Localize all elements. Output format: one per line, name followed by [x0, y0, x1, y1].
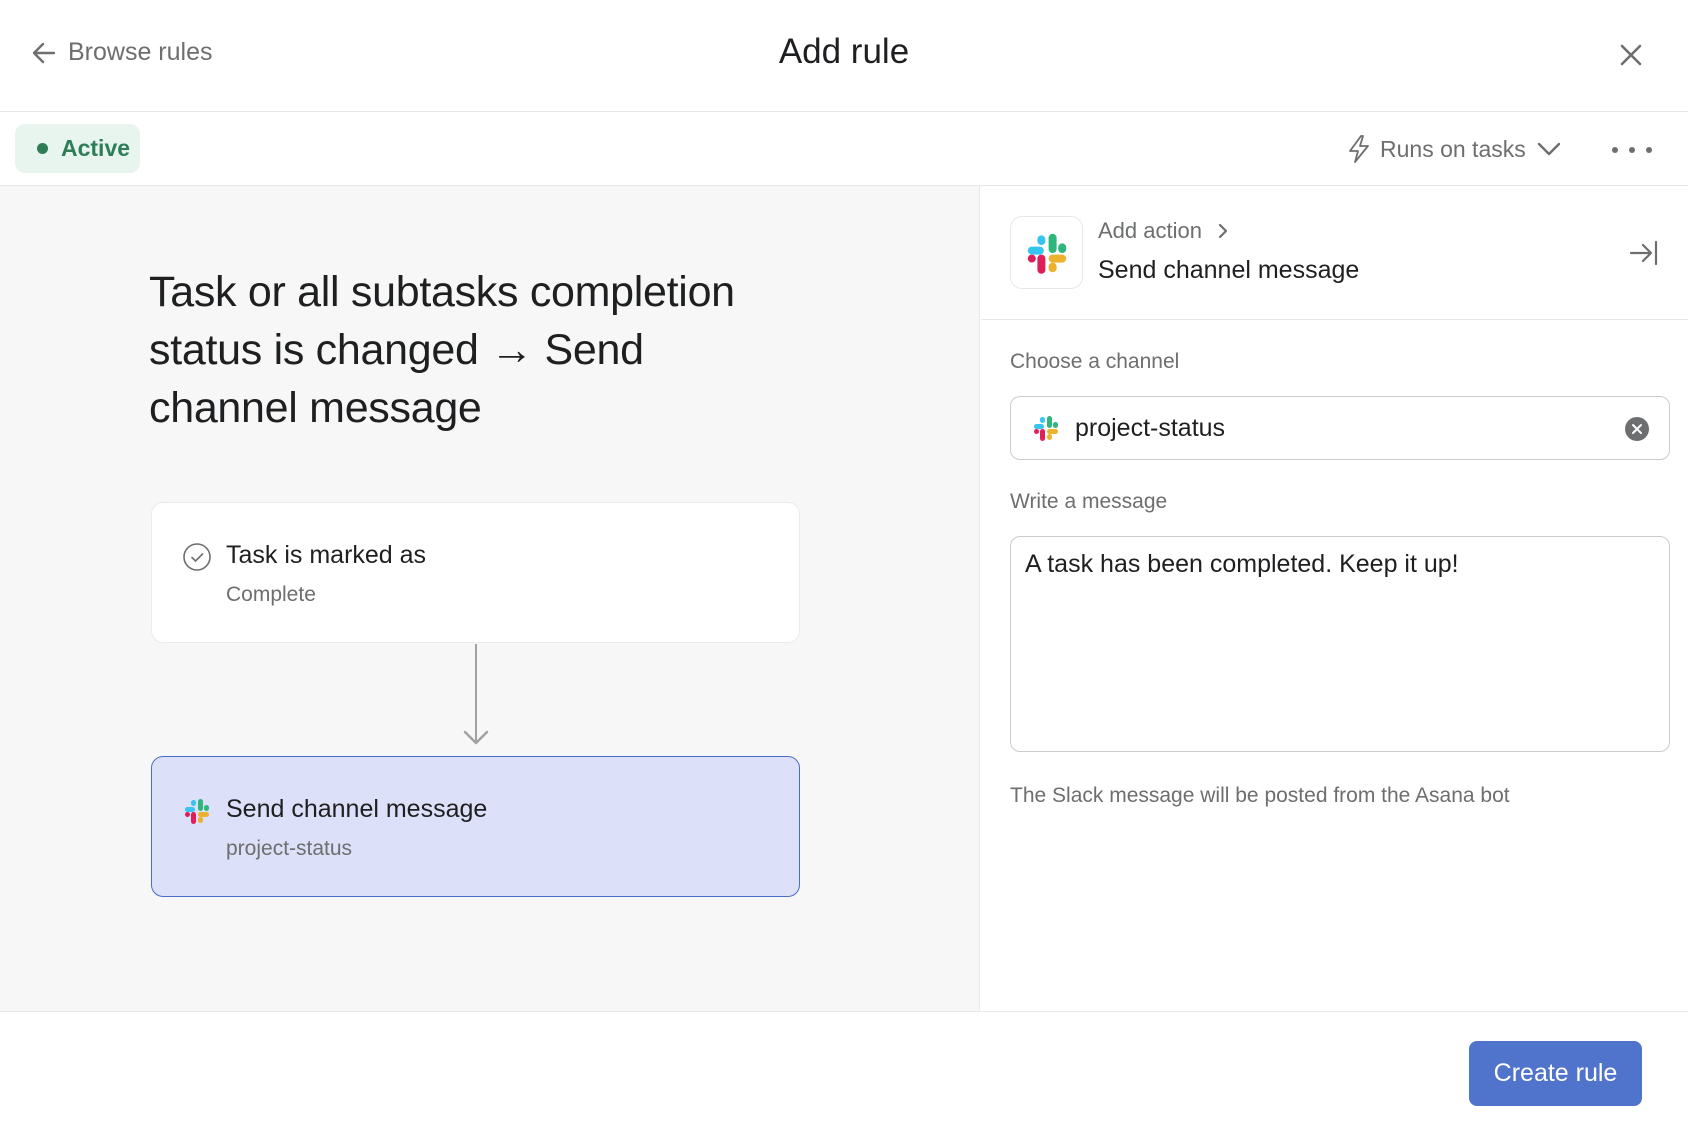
add-action-breadcrumb[interactable]: Add action: [1098, 218, 1230, 244]
trigger-card[interactable]: Task is marked as Complete: [151, 502, 800, 643]
dot-icon: [1646, 147, 1652, 153]
status-dot-icon: [37, 143, 48, 154]
slack-icon: [1034, 416, 1058, 441]
collapse-panel-button[interactable]: [1629, 238, 1659, 268]
modal-title: Add rule: [778, 32, 910, 71]
channel-field-label: Choose a channel: [1010, 350, 1180, 373]
action-settings-panel: Add action Send channel message Choose a…: [981, 186, 1688, 1011]
close-button[interactable]: [1616, 40, 1646, 70]
status-badge[interactable]: Active: [15, 124, 140, 173]
channel-select-input[interactable]: project-status: [1010, 396, 1670, 460]
dot-icon: [1612, 147, 1618, 153]
status-label: Active: [61, 135, 131, 161]
runs-on-dropdown[interactable]: Runs on tasks: [1346, 134, 1562, 164]
action-title: Send channel message: [226, 795, 488, 823]
collapse-right-icon: [1629, 240, 1658, 266]
runs-on-label: Runs on tasks: [1380, 135, 1526, 162]
slack-bot-hint: The Slack message will be posted from th…: [1010, 784, 1510, 807]
close-icon: [1620, 44, 1642, 66]
check-circle-icon: [183, 543, 211, 571]
message-textarea[interactable]: A task has been completed. Keep it up!: [1010, 536, 1670, 752]
trigger-subtitle: Complete: [226, 583, 316, 606]
more-options-button[interactable]: [1612, 138, 1652, 162]
dot-icon: [1629, 147, 1635, 153]
panel-title: Send channel message: [1098, 256, 1360, 284]
modal-header: Browse rules Add rule: [0, 0, 1688, 112]
slack-icon: [1027, 233, 1066, 274]
slack-app-icon-box: [1010, 216, 1083, 289]
modal-footer: Create rule: [0, 1011, 1688, 1130]
rule-heading: Task or all subtasks completion status i…: [149, 268, 735, 432]
slack-icon: [185, 799, 209, 824]
action-subtitle: project-status: [226, 837, 353, 860]
clear-channel-button[interactable]: [1625, 417, 1649, 441]
arrow-down-icon: [463, 730, 489, 745]
rule-toolbar: Active Runs on tasks: [0, 112, 1688, 186]
chevron-right-icon: [1218, 223, 1228, 239]
trigger-title: Task is marked as: [226, 541, 427, 569]
panel-header: Add action Send channel message: [981, 186, 1688, 320]
rule-canvas: Task or all subtasks completion status i…: [0, 186, 980, 1011]
chevron-down-icon: [1537, 142, 1560, 156]
action-card[interactable]: Send channel message project-status: [151, 756, 800, 897]
breadcrumb-label: Add action: [1098, 218, 1202, 243]
close-icon: [1632, 424, 1642, 434]
message-field-label: Write a message: [1010, 490, 1168, 513]
lightning-bolt-icon: [1349, 135, 1369, 163]
create-rule-button[interactable]: Create rule: [1469, 1041, 1642, 1106]
channel-value: project-status: [1075, 413, 1226, 442]
